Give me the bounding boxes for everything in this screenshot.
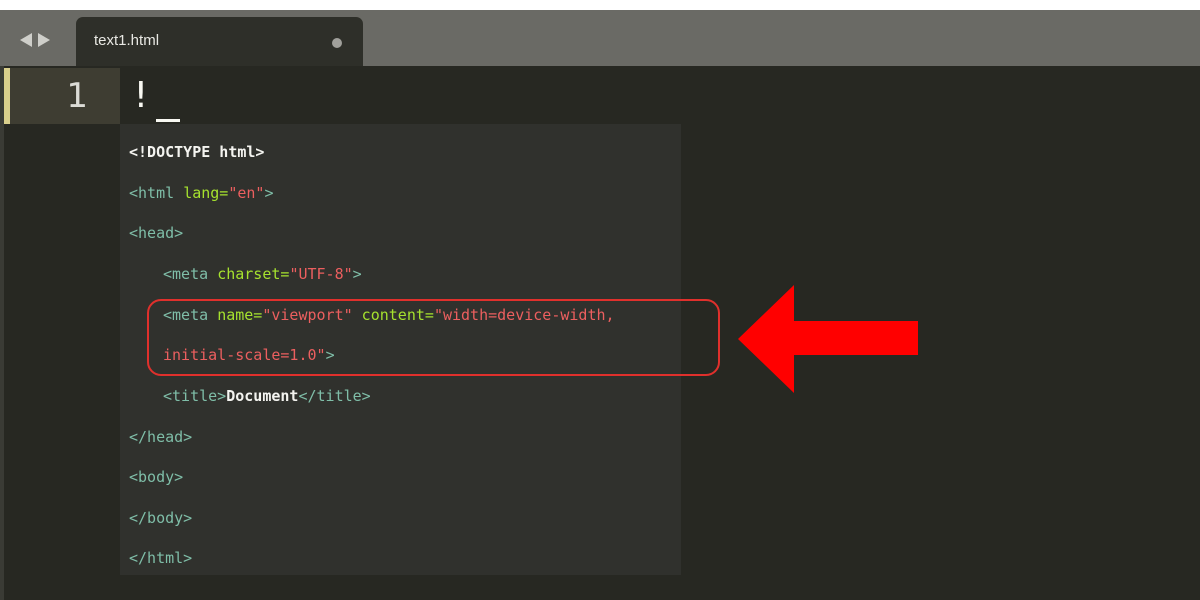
snippet-token: charset= [217, 265, 290, 283]
editor-left-edge [0, 66, 4, 600]
tab-label: text1.html [94, 32, 160, 49]
code-line[interactable]: ! [130, 74, 152, 118]
snippet-line: </head> [129, 427, 192, 447]
snippet-line: <html lang="en"> [129, 183, 274, 203]
snippet-token: <html [129, 184, 184, 202]
snippet-token: <meta [163, 265, 218, 283]
window-top-border [0, 0, 1200, 10]
line-modified-marker [4, 68, 10, 124]
tab-nav-arrows [20, 32, 50, 48]
snippet-token: <!DOCTYPE html> [129, 143, 265, 161]
snippet-token: <title> [163, 387, 227, 405]
unsaved-dot-icon[interactable] [332, 38, 342, 48]
snippet-token: Document [226, 387, 299, 405]
snippet-token: lang= [183, 184, 229, 202]
snippet-token: </html> [129, 549, 193, 567]
nav-right-icon[interactable] [38, 33, 50, 47]
snippet-line: <body> [129, 467, 183, 487]
snippet-token: </title> [298, 387, 371, 405]
line-number: 1 [66, 76, 88, 116]
snippet-line: <!DOCTYPE html> [129, 142, 264, 162]
snippet-token: </head> [129, 428, 193, 446]
snippet-line: </html> [129, 548, 192, 568]
snippet-line: <head> [129, 223, 183, 243]
snippet-token: "UTF-8" [289, 265, 353, 283]
annotation-arrow-icon [738, 285, 918, 393]
snippet-line: <meta charset="UTF-8"> [163, 264, 362, 284]
snippet-token: </body> [129, 509, 193, 527]
nav-left-icon[interactable] [20, 33, 32, 47]
text-cursor [156, 119, 180, 122]
snippet-token: > [352, 265, 362, 283]
tab-text1-html[interactable]: text1.html [76, 17, 363, 66]
snippet-token: > [264, 184, 274, 202]
snippet-token: <head> [129, 224, 184, 242]
snippet-token: "en" [228, 184, 265, 202]
annotation-arrow-shape [738, 285, 918, 393]
annotation-highlight-box [147, 299, 720, 376]
snippet-token: <body> [129, 468, 184, 486]
snippet-line: <title>Document</title> [163, 386, 371, 406]
tab-bar: text1.html [0, 10, 1200, 66]
snippet-line: </body> [129, 508, 192, 528]
